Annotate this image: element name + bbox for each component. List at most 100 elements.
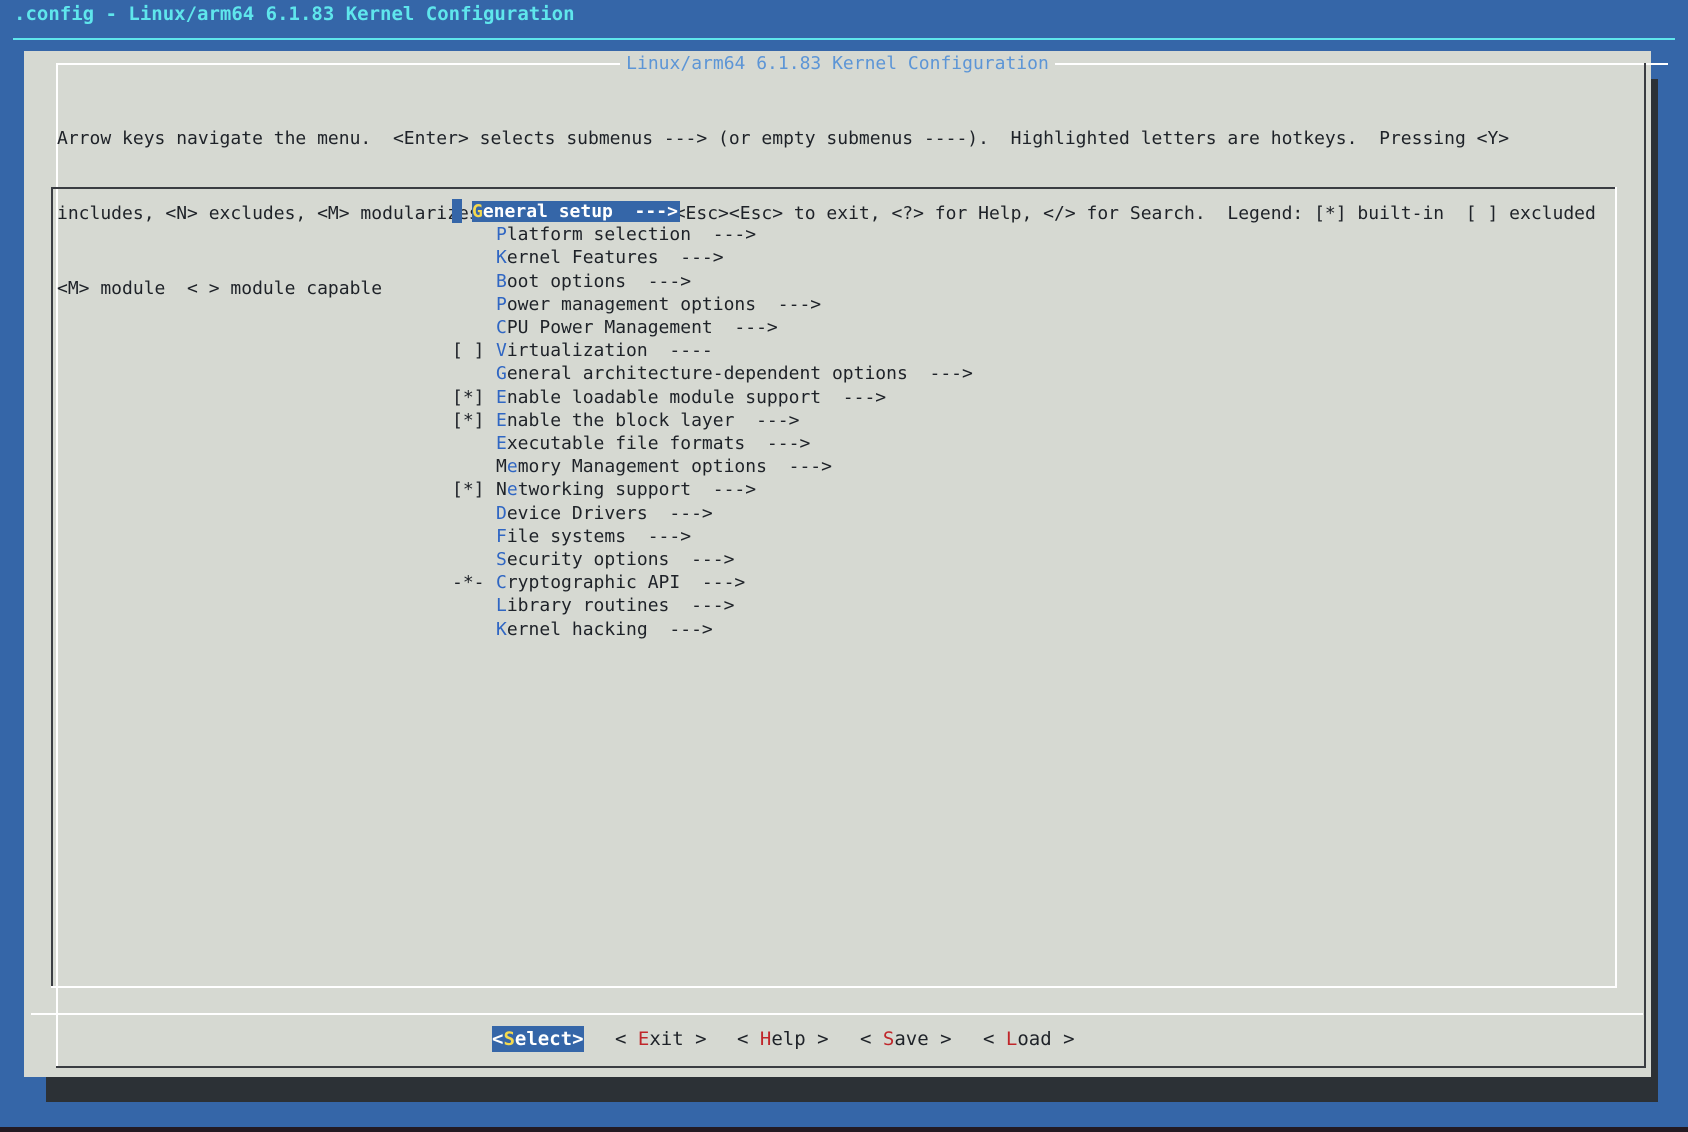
menu-item-text: ower management options ---> xyxy=(506,293,822,315)
menu-item-hotkey: G xyxy=(472,201,483,222)
menu-item-label: Device Drivers ---> xyxy=(496,503,713,524)
menu-border xyxy=(51,187,1617,189)
menu-item-label: Kernel Features ---> xyxy=(496,247,724,268)
help-button[interactable]: < Help > xyxy=(737,1026,829,1052)
menu-item-text: latform selection ---> xyxy=(506,224,757,246)
menu-item-text: ryptographic API ---> xyxy=(506,572,746,594)
menu-item[interactable]: Platform selection ---> xyxy=(452,222,756,247)
menu-item[interactable]: Boot options ---> xyxy=(452,269,691,294)
menu-item-label: Security options ---> xyxy=(496,549,734,570)
menu-item-label: Boot options ---> xyxy=(496,271,691,292)
menu-item-hotkey: E xyxy=(496,386,507,408)
menu-item-label: Virtualization ---- xyxy=(496,340,713,361)
button-label: oad > xyxy=(1017,1028,1075,1050)
menu-item-text: evice Drivers ---> xyxy=(506,502,713,524)
menu-item-text: oot options ---> xyxy=(506,270,692,292)
menu-item-text: tworking support ---> xyxy=(517,479,757,501)
menu-item[interactable]: General setup ---> xyxy=(452,199,680,224)
button-bracket: < xyxy=(983,1028,1006,1050)
menu-item-text: eneral setup ---> xyxy=(482,201,678,222)
menu-list[interactable]: General setup ---> Platform selection ---… xyxy=(51,187,1617,988)
menu-item-state: [*] xyxy=(452,386,485,408)
menu-item[interactable]: Kernel hacking ---> xyxy=(452,617,713,642)
menu-item-label: Cryptographic API ---> xyxy=(496,572,745,593)
menu-item[interactable]: General architecture-dependent options -… xyxy=(452,361,973,386)
menu-item[interactable]: File systems ---> xyxy=(452,524,691,549)
menu-item-hotkey: E xyxy=(496,409,507,431)
dialog-title-text: Linux/arm64 6.1.83 Kernel Configuration xyxy=(620,53,1055,74)
menu-item[interactable]: Kernel Features ---> xyxy=(452,245,724,270)
menu-item-text: irtualization ---- xyxy=(506,340,713,362)
window-title: .config - Linux/arm64 6.1.83 Kernel Conf… xyxy=(14,3,575,25)
menu-item-state: [*] xyxy=(452,409,485,431)
menu-item-text: ecurity options ---> xyxy=(506,549,735,570)
menu-item-label: Memory Management options ---> xyxy=(496,456,832,477)
dialog-border xyxy=(1644,63,1646,1068)
menu-item[interactable]: Executable file formats ---> xyxy=(452,431,810,456)
menu-item-text: PU Power Management ---> xyxy=(506,317,778,338)
button-hotkey: H xyxy=(759,1028,772,1050)
menu-item-text: M xyxy=(496,456,507,478)
menu-item[interactable]: [ ] Virtualization ---- xyxy=(452,338,713,363)
exit-button[interactable]: < Exit > xyxy=(615,1026,707,1052)
menu-item[interactable]: [*] Enable loadable module support ---> xyxy=(452,385,886,410)
button-separator xyxy=(31,1013,1643,1015)
button-hotkey: S xyxy=(882,1028,895,1050)
title-underline xyxy=(13,38,1675,40)
menu-item-hotkey: e xyxy=(506,479,518,501)
menu-item-label: Networking support ---> xyxy=(496,479,756,500)
menu-item-hotkey: B xyxy=(496,270,507,292)
menu-item-hotkey: K xyxy=(496,618,507,640)
button-hotkey: L xyxy=(1005,1028,1018,1050)
menu-item-state: [*] xyxy=(452,479,485,501)
save-button[interactable]: < Save > xyxy=(860,1026,952,1052)
menu-item[interactable]: [*] Enable the block layer ---> xyxy=(452,408,799,433)
menu-border xyxy=(51,986,1617,988)
help-line: Arrow keys navigate the menu. <Enter> se… xyxy=(57,128,1510,149)
menu-item-text: ile systems ---> xyxy=(506,525,692,547)
menu-item-text: nable loadable module support ---> xyxy=(506,386,887,408)
selection-cursor xyxy=(452,199,462,223)
button-bracket: < xyxy=(737,1028,760,1050)
menu-item-hotkey: C xyxy=(496,572,507,594)
menu-item-text: ibrary routines ---> xyxy=(506,595,735,617)
terminal-screen: .config - Linux/arm64 6.1.83 Kernel Conf… xyxy=(0,0,1688,1127)
menu-item-label: Executable file formats ---> xyxy=(496,433,810,454)
menu-item-hotkey: e xyxy=(506,456,518,478)
menu-item[interactable]: Device Drivers ---> xyxy=(452,501,713,526)
menu-item-state: -*- xyxy=(452,572,485,594)
menu-item[interactable]: Security options ---> xyxy=(452,547,734,572)
menu-item[interactable]: -*- Cryptographic API ---> xyxy=(452,570,745,595)
menu-item-hotkey: F xyxy=(496,525,507,547)
button-hotkey: E xyxy=(637,1028,650,1050)
menu-item-label: Library routines ---> xyxy=(496,595,734,616)
menu-item[interactable]: [*] Networking support ---> xyxy=(452,477,756,502)
menu-item-text: eneral architecture-dependent options --… xyxy=(506,363,973,385)
menu-item[interactable]: Power management options ---> xyxy=(452,292,821,317)
button-label: xit > xyxy=(649,1028,707,1050)
menu-item-hotkey: P xyxy=(496,293,507,315)
button-label: elect> xyxy=(514,1028,584,1050)
menu-item-label: General architecture-dependent options -… xyxy=(496,363,973,384)
menu-item-label: Power management options ---> xyxy=(496,294,821,315)
menu-item-text: ernel hacking ---> xyxy=(506,618,713,640)
select-button[interactable]: <Select> xyxy=(492,1026,584,1052)
menu-item-text: nable the block layer ---> xyxy=(506,409,800,431)
button-label: ave > xyxy=(894,1028,952,1050)
menu-border xyxy=(1615,187,1617,988)
menu-item-hotkey: P xyxy=(496,224,507,246)
menu-item-text: mory Management options ---> xyxy=(517,456,832,478)
menu-item[interactable]: CPU Power Management ---> xyxy=(452,315,778,340)
button-bar: <Select> < Exit > < Help > < Save > < Load > xyxy=(24,1026,1651,1056)
dialog-title: Linux/arm64 6.1.83 Kernel Configuration xyxy=(24,52,1651,76)
menu-item-hotkey: E xyxy=(496,433,507,454)
menu-item-label: Kernel hacking ---> xyxy=(496,619,713,640)
menu-item-hotkey: C xyxy=(496,317,507,338)
load-button[interactable]: < Load > xyxy=(983,1026,1075,1052)
menu-item-hotkey: V xyxy=(496,340,507,362)
button-hotkey: S xyxy=(503,1028,515,1050)
menu-item-state: [ ] xyxy=(452,340,485,362)
menu-item-text: ernel Features ---> xyxy=(506,247,724,269)
menu-item[interactable]: Memory Management options ---> xyxy=(452,454,832,479)
menu-item[interactable]: Library routines ---> xyxy=(452,593,734,618)
